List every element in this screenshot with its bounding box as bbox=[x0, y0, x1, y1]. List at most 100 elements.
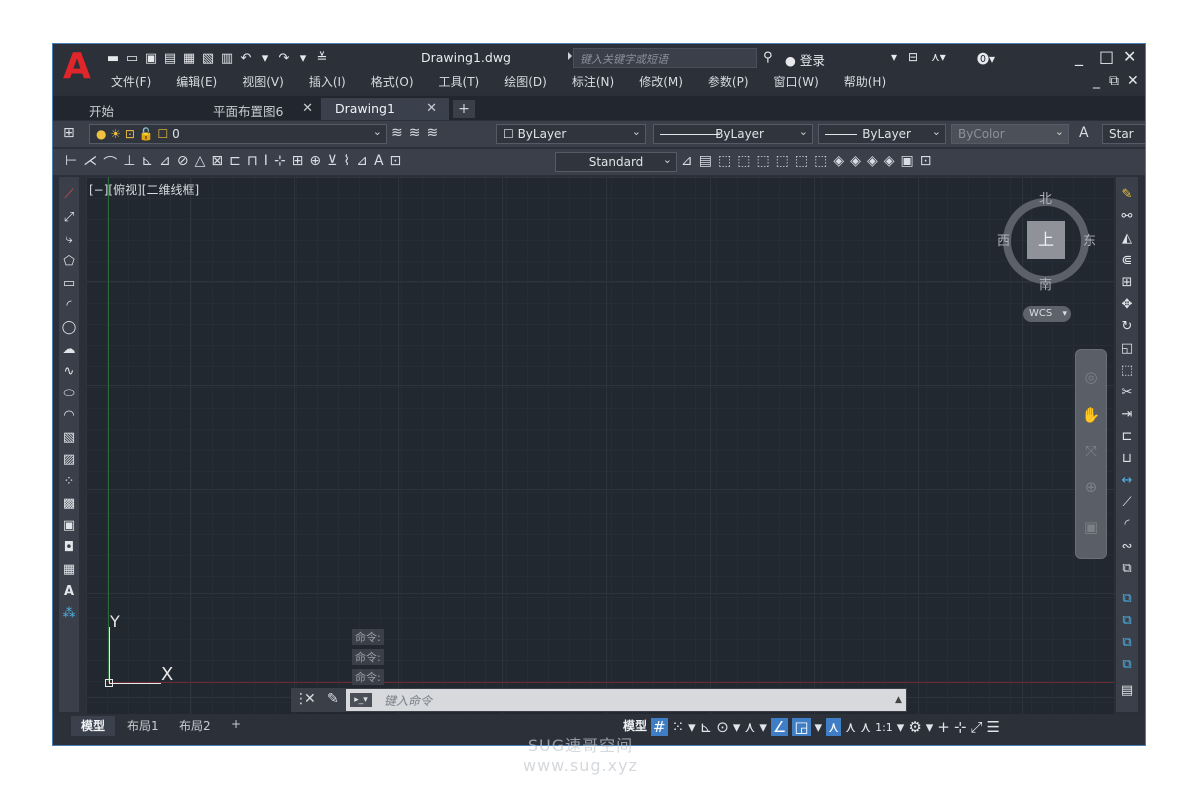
layout-tab-layout2[interactable]: 布局2 bbox=[169, 716, 221, 736]
wcs-menu[interactable]: WCS ▾ bbox=[1023, 306, 1071, 322]
polar-icon[interactable]: ⊙ bbox=[716, 718, 729, 736]
save-icon[interactable]: ▣ bbox=[143, 50, 159, 66]
workspace-gear-icon[interactable]: ⚙ bbox=[908, 718, 921, 736]
close-tab-icon[interactable]: ✕ bbox=[426, 101, 437, 116]
command-history-expand-icon[interactable]: ▲ bbox=[895, 695, 902, 705]
jogged-icon[interactable]: ⊿ bbox=[159, 153, 171, 173]
dimension-space-icon[interactable]: Ⅰ bbox=[264, 153, 268, 173]
annotation-scale-icon[interactable]: ⋏ bbox=[860, 718, 871, 736]
draw-order-front-icon[interactable]: ⧉ bbox=[1118, 591, 1136, 606]
new-file-icon[interactable]: ▬ bbox=[105, 50, 121, 66]
cart-icon[interactable]: ⊟ bbox=[908, 50, 918, 64]
isodraft-dropdown-icon[interactable]: ▾ bbox=[759, 718, 767, 736]
steering-wheel-icon[interactable]: ◎ bbox=[1080, 368, 1102, 386]
join-icon[interactable]: ↔ bbox=[1118, 473, 1136, 488]
drawing-canvas[interactable] bbox=[86, 177, 1114, 721]
se-iso-icon[interactable]: ◈ bbox=[850, 153, 861, 169]
rotate-icon[interactable]: ↻ bbox=[1118, 319, 1136, 334]
viewcube[interactable]: 上 北 南 西 东 bbox=[997, 192, 1097, 293]
snap-dropdown-icon[interactable]: ▾ bbox=[688, 718, 696, 736]
tab-start[interactable]: 开始 bbox=[75, 98, 203, 120]
auto-scale-icon[interactable]: ⋏ bbox=[845, 718, 856, 736]
menu-insert[interactable]: 插入(I) bbox=[309, 73, 346, 90]
quick-dimension-icon[interactable]: ⊠ bbox=[211, 153, 223, 173]
angular-icon[interactable]: △ bbox=[195, 153, 206, 173]
scale-dropdown-icon[interactable]: ▾ bbox=[897, 718, 905, 736]
layer-tools-icons[interactable]: ≋ ≋ ≋ bbox=[391, 125, 438, 141]
undo-icon[interactable]: ↶ bbox=[238, 50, 254, 66]
polar-dropdown-icon[interactable]: ▾ bbox=[733, 718, 741, 736]
make-block-icon[interactable]: ▨ bbox=[61, 452, 77, 467]
jogged-linear-icon[interactable]: ⌇ bbox=[343, 153, 350, 173]
plotstyle-select[interactable]: ByColor ⌄ bbox=[951, 124, 1069, 144]
ellipse-icon[interactable]: ⬭ bbox=[61, 386, 77, 401]
extend-icon[interactable]: ⇥ bbox=[1118, 407, 1136, 422]
command-input[interactable]: 键入命令 bbox=[346, 689, 906, 711]
menu-dimension[interactable]: 标注(N) bbox=[572, 73, 614, 90]
continue-icon[interactable]: ⊓ bbox=[247, 153, 258, 173]
dimension-style-select[interactable]: Standard ⌄ bbox=[555, 152, 677, 172]
point-icon[interactable]: ⁘ bbox=[61, 474, 77, 489]
save-as-icon[interactable]: ▤ bbox=[162, 50, 178, 66]
lineweight-select[interactable]: ByLayer ⌄ bbox=[818, 124, 946, 144]
diameter-icon[interactable]: ⊘ bbox=[177, 153, 189, 173]
doc-minimize-icon[interactable]: _ bbox=[1093, 73, 1100, 89]
ne-iso-icon[interactable]: ◈ bbox=[867, 153, 878, 169]
menu-view[interactable]: 视图(V) bbox=[242, 73, 284, 90]
copy-icon[interactable]: ⚯ bbox=[1118, 209, 1136, 224]
dimension-text-edit-icon[interactable]: A bbox=[374, 153, 384, 173]
dropdown-icon[interactable]: ▾ bbox=[891, 50, 897, 64]
fillet-icon[interactable]: ◜ bbox=[1118, 517, 1136, 532]
text-style-icon[interactable]: A bbox=[1079, 125, 1089, 141]
grid-icon[interactable]: # bbox=[651, 718, 668, 736]
compass-west[interactable]: 西 bbox=[997, 230, 1010, 249]
right-view-icon[interactable]: ⬚ bbox=[776, 153, 789, 169]
login-button[interactable]: ● 登录 bbox=[785, 50, 825, 69]
compass-north[interactable]: 北 bbox=[1039, 188, 1052, 207]
multiline-text-icon[interactable]: A bbox=[61, 584, 77, 599]
dimension-update-icon[interactable]: ⊡ bbox=[390, 153, 402, 173]
circle-icon[interactable]: ◯ bbox=[61, 320, 77, 335]
offset-icon[interactable]: ⋐ bbox=[1118, 253, 1136, 268]
polyline-icon[interactable]: ⤷ bbox=[61, 232, 77, 247]
menu-window[interactable]: 窗口(W) bbox=[774, 73, 819, 90]
sw-iso-icon[interactable]: ◈ bbox=[833, 153, 844, 169]
stretch-icon[interactable]: ⬚ bbox=[1118, 363, 1136, 378]
autodesk-account-icon[interactable]: ⋏▾ bbox=[931, 50, 946, 64]
text-to-front-icon[interactable]: ▤ bbox=[1118, 683, 1136, 698]
showmotion-icon[interactable]: ▣ bbox=[1080, 518, 1102, 536]
arc-length-icon[interactable]: ⌒ bbox=[103, 153, 117, 173]
baseline-icon[interactable]: ⊏ bbox=[229, 153, 241, 173]
array-icon[interactable]: ⊞ bbox=[1118, 275, 1136, 290]
table-icon[interactable]: ▦ bbox=[61, 562, 77, 577]
viewcube-face-top[interactable]: 上 bbox=[1027, 221, 1065, 259]
customize-qat-icon[interactable]: ≚ bbox=[314, 50, 330, 66]
compass-east[interactable]: 东 bbox=[1083, 230, 1096, 249]
new-tab-button[interactable]: + bbox=[453, 100, 475, 118]
menu-draw[interactable]: 绘图(D) bbox=[504, 73, 547, 90]
zoom-extents-icon[interactable]: ⊡ bbox=[920, 153, 932, 169]
chamfer-icon[interactable]: ⟋ bbox=[1118, 495, 1136, 510]
explode-icon[interactable]: ⧉ bbox=[1118, 561, 1136, 576]
isodraft-icon[interactable]: ⋏ bbox=[744, 718, 755, 736]
add-selected-icon[interactable]: ⁂ bbox=[61, 606, 77, 621]
customize-wrench-icon[interactable]: ✎ bbox=[327, 691, 339, 707]
close-tab-icon[interactable]: ✕ bbox=[302, 101, 313, 116]
customization-menu-icon[interactable]: ☰ bbox=[986, 718, 999, 736]
ordinate-icon[interactable]: ⊥ bbox=[123, 153, 135, 173]
orbit-icon[interactable]: ⊕ bbox=[1080, 478, 1102, 496]
redo-icon[interactable]: ↷ bbox=[276, 50, 292, 66]
layer-manager-icon[interactable]: ⊞ bbox=[63, 125, 75, 141]
tab-drawing-plan6[interactable]: 平面布置图6 ✕ bbox=[199, 98, 325, 120]
annotation-scale-value[interactable]: 1:1 bbox=[875, 721, 893, 734]
object-snap-tracking-icon[interactable]: ∠ bbox=[770, 718, 789, 736]
viewport-controls-label[interactable]: [−][俯视][二维线框] bbox=[89, 181, 199, 198]
move-icon[interactable]: ✥ bbox=[1118, 297, 1136, 312]
annotation-visibility-icon[interactable]: ⋏ bbox=[826, 718, 842, 736]
menu-edit[interactable]: 编辑(E) bbox=[176, 73, 217, 90]
add-layout-button[interactable]: + bbox=[221, 716, 251, 736]
inspection-icon[interactable]: ⊻ bbox=[327, 153, 337, 173]
gradient-icon[interactable]: ▣ bbox=[61, 518, 77, 533]
fullscreen-icon[interactable]: ⤢ bbox=[970, 718, 982, 736]
polygon-icon[interactable]: ⬠ bbox=[61, 254, 77, 269]
